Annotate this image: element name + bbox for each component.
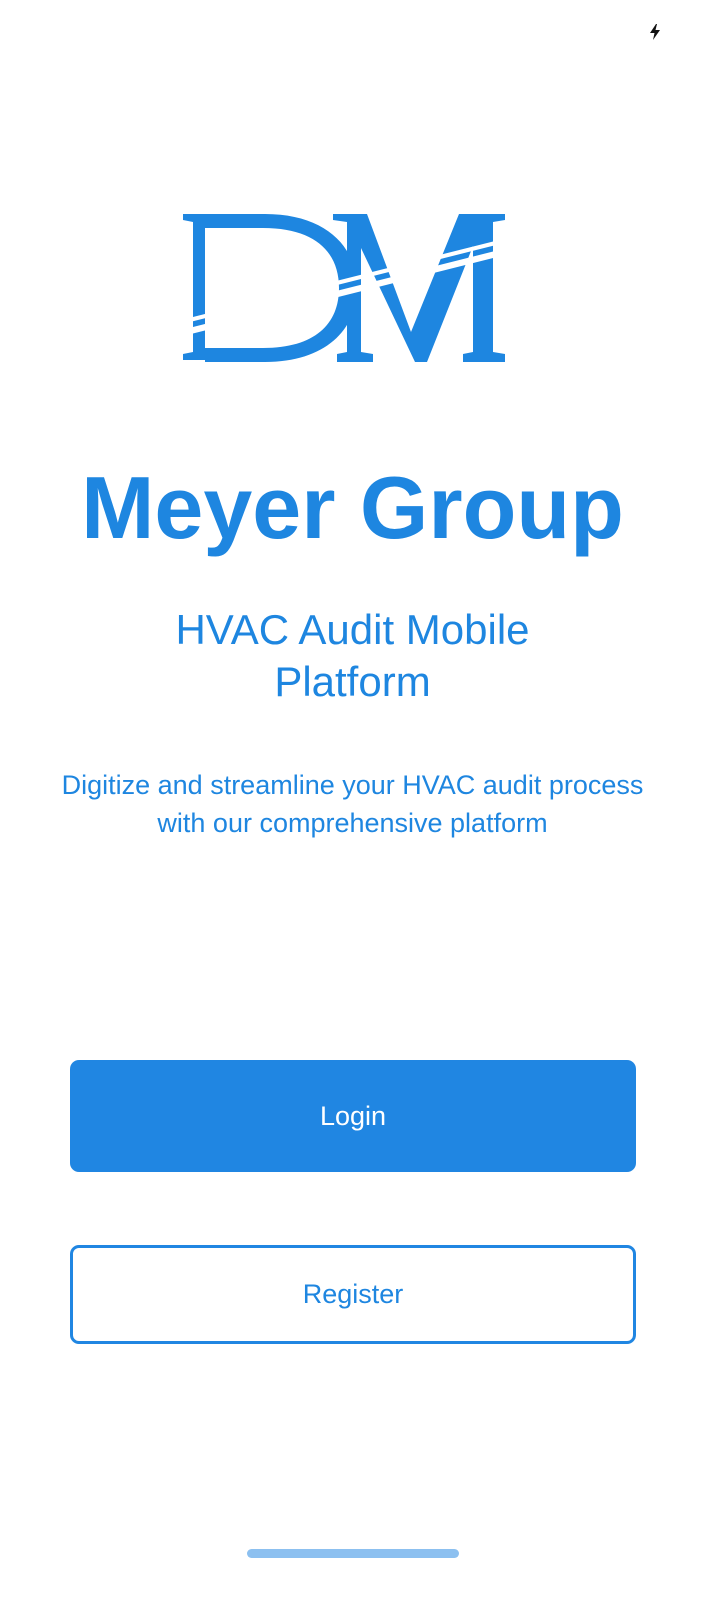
app-description: Digitize and streamline your HVAC audit … xyxy=(61,770,644,838)
status-bar xyxy=(0,0,720,60)
dm-logo: DM xyxy=(175,200,515,375)
login-button[interactable]: Login xyxy=(70,1060,636,1172)
login-button-label: Login xyxy=(319,1100,387,1131)
home-indicator[interactable] xyxy=(247,1549,459,1558)
app-subtitle: HVAC Audit Mobile Platform xyxy=(175,606,530,705)
charging-bolt-icon xyxy=(650,24,660,40)
register-button[interactable]: Register xyxy=(70,1245,636,1344)
brand-title: Meyer Group xyxy=(81,458,624,557)
register-button-label: Register xyxy=(302,1279,404,1309)
